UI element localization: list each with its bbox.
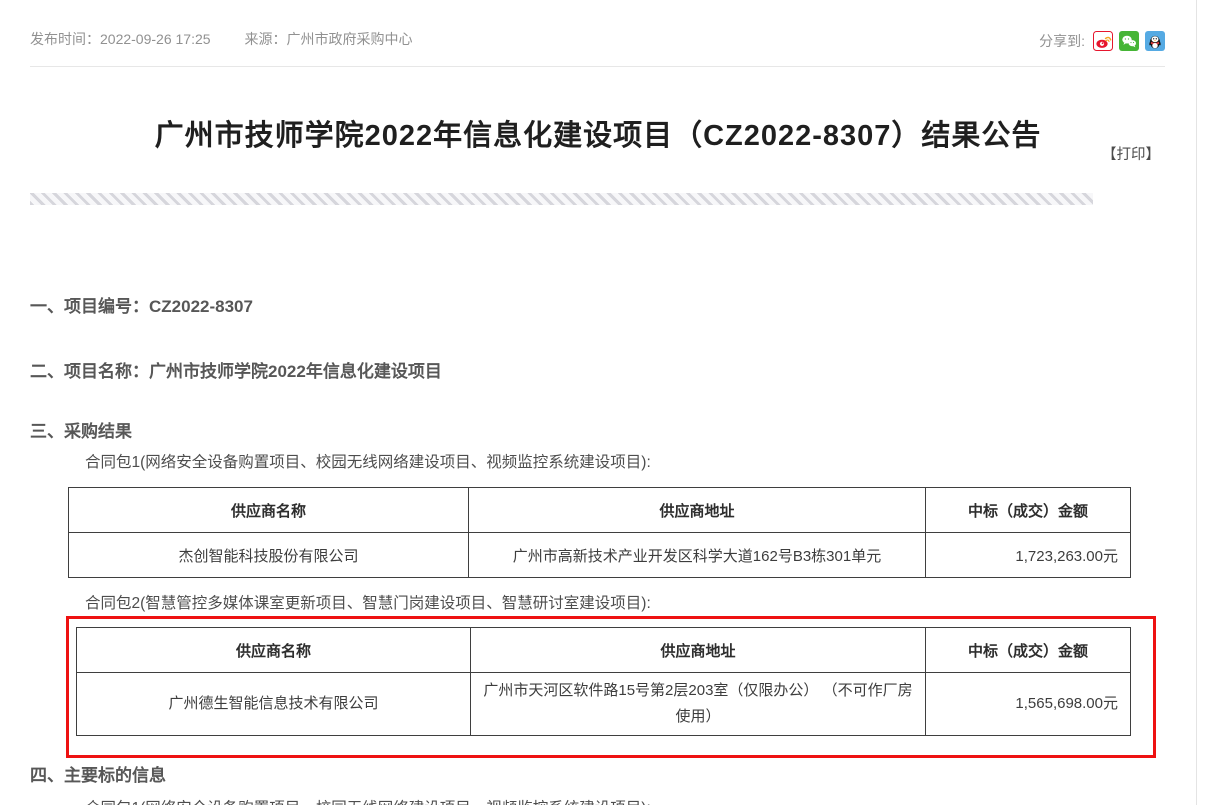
table-header-row: 供应商名称 供应商地址 中标（成交）金额: [77, 628, 1131, 673]
wechat-icon[interactable]: [1119, 31, 1139, 51]
col-supplier-address: 供应商地址: [471, 628, 926, 673]
print-button[interactable]: 【打印】: [1102, 143, 1160, 164]
publish-time-label: 发布时间：: [30, 31, 100, 47]
publish-time-value: 2022-09-26 17:25: [100, 31, 211, 47]
package1-label: 合同包1(网络安全设备购置项目、校园无线网络建设项目、视频监控系统建设项目):: [85, 450, 651, 472]
source-value: 广州市政府采购中心: [287, 31, 413, 47]
meta-bar-divider: [30, 66, 1165, 67]
supplier-name-cell: 广州德生智能信息技术有限公司: [77, 673, 471, 736]
weibo-icon[interactable]: [1093, 31, 1113, 51]
package1-result-table: 供应商名称 供应商地址 中标（成交）金额 杰创智能科技股份有限公司 广州市高新技…: [68, 487, 1131, 578]
section-project-name: 二、项目名称：广州市技师学院2022年信息化建设项目: [30, 357, 442, 382]
supplier-name-cell: 杰创智能科技股份有限公司: [69, 533, 469, 578]
share-bar: 分享到:: [1039, 31, 1165, 51]
meta-bar: 发布时间：2022-09-26 17:25 来源：广州市政府采购中心: [30, 29, 413, 49]
table-row: 杰创智能科技股份有限公司 广州市高新技术产业开发区科学大道162号B3栋301单…: [69, 533, 1131, 578]
announcement-page: 发布时间：2022-09-26 17:25 来源：广州市政府采购中心 分享到:: [0, 0, 1218, 805]
award-amount-cell: 1,565,698.00元: [926, 673, 1131, 736]
col-award-amount: 中标（成交）金额: [926, 628, 1131, 673]
table-row: 广州德生智能信息技术有限公司 广州市天河区软件路15号第2层203室（仅限办公）…: [77, 673, 1131, 736]
package1-label-clipped: 合同包1(网络安全设备购置项目、校园无线网络建设项目、视频监控系统建设项目):: [85, 796, 651, 805]
share-label: 分享到:: [1039, 31, 1085, 51]
col-supplier-address: 供应商地址: [469, 488, 926, 533]
supplier-address-cell: 广州市天河区软件路15号第2层203室（仅限办公） （不可作厂房使用）: [471, 673, 926, 736]
col-award-amount: 中标（成交）金额: [926, 488, 1131, 533]
source-label: 来源：: [245, 31, 287, 47]
section-main-subject-info: 四、主要标的信息: [30, 761, 166, 786]
award-amount-cell: 1,723,263.00元: [926, 533, 1131, 578]
supplier-address-cell: 广州市高新技术产业开发区科学大道162号B3栋301单元: [469, 533, 926, 578]
hatched-divider: [30, 193, 1093, 205]
section-project-number: 一、项目编号：CZ2022-8307: [30, 292, 253, 317]
table-header-row: 供应商名称 供应商地址 中标（成交）金额: [69, 488, 1131, 533]
page-title: 广州市技师学院2022年信息化建设项目（CZ2022-8307）结果公告: [0, 112, 1196, 154]
package2-result-table: 供应商名称 供应商地址 中标（成交）金额 广州德生智能信息技术有限公司 广州市天…: [76, 627, 1131, 736]
col-supplier-name: 供应商名称: [77, 628, 471, 673]
page-right-divider: [1196, 0, 1197, 805]
col-supplier-name: 供应商名称: [69, 488, 469, 533]
qq-icon[interactable]: [1145, 31, 1165, 51]
section-procurement-result: 三、采购结果: [30, 417, 132, 442]
package2-label: 合同包2(智慧管控多媒体课室更新项目、智慧门岗建设项目、智慧研讨室建设项目):: [85, 591, 651, 613]
